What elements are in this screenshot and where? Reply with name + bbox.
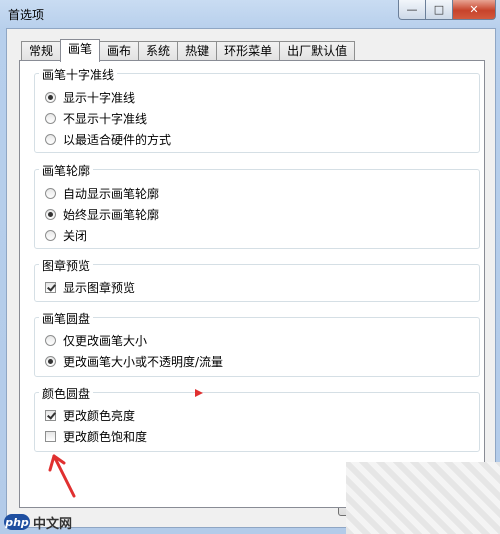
checkbox[interactable]: [45, 430, 56, 442]
option-change-brightness[interactable]: 更改颜色亮度: [45, 406, 135, 424]
brush-tab-page: 画笔十字准线 显示十字准线 不显示十字准线 以最适合硬件的方式 画笔轮廓 自动显…: [19, 60, 485, 508]
title-bar[interactable]: 首选项 — □ ✕: [0, 0, 500, 28]
radio-button[interactable]: [45, 334, 56, 346]
option-auto-outline[interactable]: 自动显示画笔轮廓: [45, 184, 159, 202]
option-label: 显示十字准线: [63, 90, 136, 105]
group-brush-disc: 画笔圆盘 仅更改画笔大小 更改画笔大小或不透明度/流量: [34, 310, 480, 377]
option-label: 始终显示画笔轮廓: [63, 207, 160, 222]
option-show-stamp-preview[interactable]: 显示图章预览: [45, 278, 135, 296]
close-button[interactable]: ✕: [452, 0, 496, 20]
tab-general[interactable]: 常规: [21, 41, 62, 61]
watermark-logo: php: [4, 514, 30, 530]
tab-strip: 常规 画笔 画布 系统 热键 环形菜单 出厂默认值: [21, 39, 356, 62]
tab-canvas[interactable]: 画布: [99, 41, 140, 61]
group-color-disc: 颜色圆盘 更改颜色亮度 更改颜色饱和度: [34, 385, 480, 452]
option-hardware-best[interactable]: 以最适合硬件的方式: [45, 130, 171, 148]
option-label: 不显示十字准线: [63, 111, 148, 126]
dialog-client: 常规 画笔 画布 系统 热键 环形菜单 出厂默认值 画笔十字准线 显示十字准线 …: [6, 28, 496, 528]
tab-ring-menu[interactable]: 环形菜单: [216, 41, 281, 61]
option-always-outline[interactable]: 始终显示画笔轮廓: [45, 205, 159, 223]
option-label: 仅更改画笔大小: [63, 333, 148, 348]
tab-factory-defaults[interactable]: 出厂默认值: [279, 41, 356, 61]
option-label: 更改颜色饱和度: [63, 429, 148, 444]
checkbox[interactable]: [45, 281, 56, 293]
window-title: 首选项: [8, 8, 45, 22]
tab-system[interactable]: 系统: [138, 41, 179, 61]
radio-button[interactable]: [45, 355, 56, 367]
group-title: 颜色圆盘: [39, 385, 94, 402]
preferences-window: 首选项 — □ ✕ 常规 画笔 画布 系统 热键 环形菜单 出厂默认值 画笔十字…: [0, 0, 500, 534]
option-label: 以最适合硬件的方式: [63, 132, 172, 147]
group-title: 画笔轮廓: [39, 162, 94, 179]
radio-button[interactable]: [45, 112, 56, 124]
blurred-region: [346, 462, 500, 534]
watermark: php 中文网: [4, 512, 72, 532]
option-size-only[interactable]: 仅更改画笔大小: [45, 331, 147, 349]
option-label: 自动显示画笔轮廓: [63, 186, 160, 201]
group-title: 图章预览: [39, 257, 94, 274]
option-label: 更改颜色亮度: [63, 408, 136, 423]
watermark-text: 中文网: [33, 516, 73, 532]
radio-button[interactable]: [45, 229, 56, 241]
minimize-button[interactable]: —: [398, 0, 426, 20]
group-title: 画笔十字准线: [39, 66, 118, 83]
option-hide-crosshair[interactable]: 不显示十字准线: [45, 109, 147, 127]
radio-button[interactable]: [45, 187, 56, 199]
maximize-button[interactable]: □: [425, 0, 453, 20]
checkbox[interactable]: [45, 409, 56, 421]
option-label: 关闭: [63, 228, 88, 243]
group-stamp-preview: 图章预览 显示图章预览: [34, 257, 480, 302]
option-show-crosshair[interactable]: 显示十字准线: [45, 88, 135, 106]
option-label: 更改画笔大小或不透明度/流量: [63, 354, 224, 369]
option-change-saturation[interactable]: 更改颜色饱和度: [45, 427, 147, 445]
radio-button[interactable]: [45, 91, 56, 103]
group-title: 画笔圆盘: [39, 310, 94, 327]
radio-button[interactable]: [45, 208, 56, 220]
group-brush-outline: 画笔轮廓 自动显示画笔轮廓 始终显示画笔轮廓 关闭: [34, 162, 480, 249]
option-outline-off[interactable]: 关闭: [45, 226, 87, 244]
tab-hotkeys[interactable]: 热键: [177, 41, 218, 61]
option-size-or-opacity[interactable]: 更改画笔大小或不透明度/流量: [45, 352, 223, 370]
tab-brush[interactable]: 画笔: [60, 39, 101, 62]
option-label: 显示图章预览: [63, 280, 136, 295]
radio-button[interactable]: [45, 133, 56, 145]
group-brush-crosshair: 画笔十字准线 显示十字准线 不显示十字准线 以最适合硬件的方式: [34, 66, 480, 153]
